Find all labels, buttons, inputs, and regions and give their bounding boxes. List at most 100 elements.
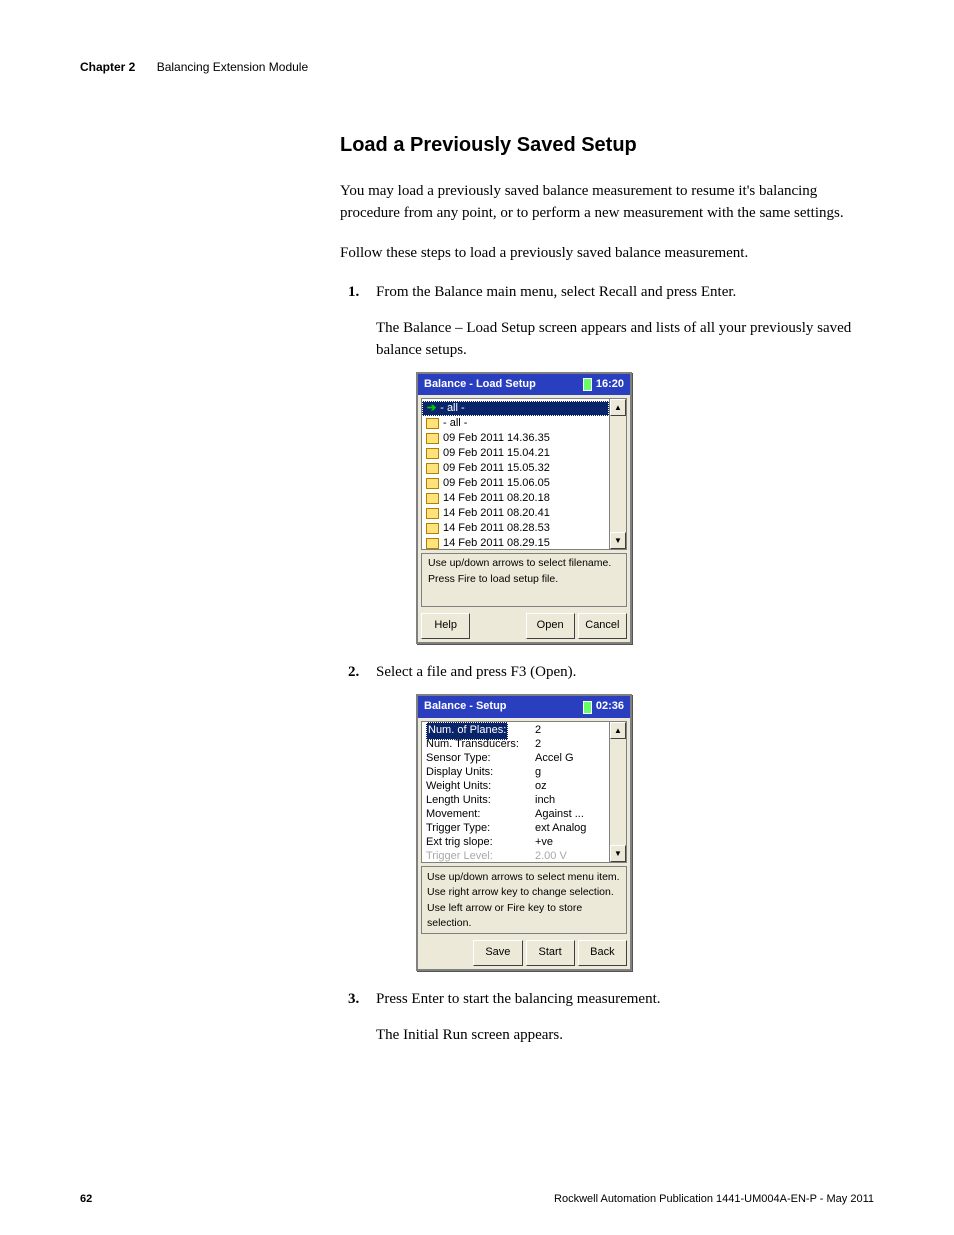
scroll-track[interactable] bbox=[610, 739, 626, 845]
scroll-down-button[interactable]: ▼ bbox=[610, 845, 626, 862]
item-label: 14 Feb 2011 08.20.41 bbox=[443, 506, 550, 522]
publication-info: Rockwell Automation Publication 1441-UM0… bbox=[554, 1193, 874, 1205]
running-header: Chapter 2 Balancing Extension Module bbox=[80, 60, 874, 74]
row-value: 2.00 V bbox=[535, 849, 605, 862]
item-label: 09 Feb 2011 14.36.35 bbox=[443, 431, 550, 447]
item-label: 14 Feb 2011 08.29.15 bbox=[443, 536, 550, 549]
step-3: 3. Press Enter to start the balancing me… bbox=[340, 989, 874, 1047]
start-button[interactable]: Start bbox=[526, 940, 575, 966]
setup-row[interactable]: Display Units: g bbox=[426, 766, 605, 780]
folder-icon bbox=[426, 418, 439, 429]
folder-icon bbox=[426, 493, 439, 504]
step-text: From the Balance main menu, select Recal… bbox=[376, 284, 736, 300]
folder-icon bbox=[426, 433, 439, 444]
folder-icon bbox=[426, 448, 439, 459]
setup-row[interactable]: Movement: Against ... bbox=[426, 808, 605, 822]
folder-icon bbox=[426, 463, 439, 474]
step-text: Select a file and press F3 (Open). bbox=[376, 664, 576, 680]
list-item[interactable]: 09 Feb 2011 15.04.21 bbox=[422, 446, 609, 461]
setup-panel: Num. of Planes: 2 Num. Transducers: 2 Se… bbox=[421, 721, 627, 863]
setup-rows[interactable]: Num. of Planes: 2 Num. Transducers: 2 Se… bbox=[422, 722, 609, 862]
titlebar: Balance - Load Setup 16:20 bbox=[418, 374, 630, 396]
button-row: Save Start Back bbox=[418, 937, 630, 969]
clock: 16:20 bbox=[583, 377, 624, 393]
save-button[interactable]: Save bbox=[473, 940, 522, 966]
info-line: Press Fire to load setup file. bbox=[428, 572, 620, 587]
folder-icon bbox=[426, 523, 439, 534]
info-line: Use up/down arrows to select menu item. bbox=[427, 870, 621, 885]
window-title: Balance - Setup bbox=[424, 699, 507, 715]
device-load-setup: Balance - Load Setup 16:20 ➔ - all - bbox=[416, 372, 632, 645]
clock-time: 16:20 bbox=[596, 377, 624, 393]
info-line: Use right arrow key to change selection. bbox=[427, 885, 621, 900]
item-label: 14 Feb 2011 08.20.18 bbox=[443, 491, 550, 507]
setup-row[interactable]: Num. Transducers: 2 bbox=[426, 738, 605, 752]
item-label: - all - bbox=[443, 416, 467, 432]
intro-paragraph-2: Follow these steps to load a previously … bbox=[340, 243, 874, 265]
step-number: 1. bbox=[348, 282, 359, 304]
chapter-label: Chapter 2 bbox=[80, 60, 135, 74]
item-label: 09 Feb 2011 15.05.32 bbox=[443, 461, 550, 477]
file-list-panel: ➔ - all - - all - 09 Feb 2011 14.36.35 bbox=[421, 398, 627, 550]
scroll-track[interactable] bbox=[610, 416, 626, 532]
list-item[interactable]: 09 Feb 2011 14.36.35 bbox=[422, 431, 609, 446]
step-1: 1. From the Balance main menu, select Re… bbox=[340, 282, 874, 644]
chapter-title: Balancing Extension Module bbox=[157, 60, 308, 74]
setup-row[interactable]: Num. of Planes: 2 bbox=[426, 724, 605, 738]
item-label: 09 Feb 2011 15.06.05 bbox=[443, 476, 550, 492]
setup-row[interactable]: Trigger Type: ext Analog bbox=[426, 822, 605, 836]
open-button[interactable]: Open bbox=[526, 613, 575, 639]
scroll-down-button[interactable]: ▼ bbox=[610, 532, 626, 549]
scrollbar[interactable]: ▲ ▼ bbox=[609, 722, 626, 862]
scroll-up-button[interactable]: ▲ bbox=[610, 399, 626, 416]
window-title: Balance - Load Setup bbox=[424, 377, 536, 393]
info-text: Use up/down arrows to select menu item. … bbox=[421, 866, 627, 934]
step-number: 2. bbox=[348, 662, 359, 684]
page-number: 62 bbox=[80, 1193, 92, 1205]
scroll-up-button[interactable]: ▲ bbox=[610, 722, 626, 739]
list-item[interactable]: 14 Feb 2011 08.29.15 bbox=[422, 536, 609, 549]
setup-row[interactable]: Trigger Level: 2.00 V bbox=[426, 850, 605, 862]
battery-icon bbox=[583, 701, 592, 714]
setup-row[interactable]: Ext trig slope: +ve bbox=[426, 836, 605, 850]
setup-row[interactable]: Length Units: inch bbox=[426, 794, 605, 808]
cancel-button[interactable]: Cancel bbox=[578, 613, 627, 639]
help-button[interactable]: Help bbox=[421, 613, 470, 639]
button-row: Help Open Cancel bbox=[418, 610, 630, 642]
item-label: 09 Feb 2011 15.04.21 bbox=[443, 446, 550, 462]
info-line: Use up/down arrows to select filename. bbox=[428, 556, 620, 571]
list-item[interactable]: ➔ - all - bbox=[422, 401, 609, 416]
folder-icon bbox=[426, 478, 439, 489]
info-line: Use left arrow or Fire key to store sele… bbox=[427, 901, 621, 931]
list-item[interactable]: 14 Feb 2011 08.20.41 bbox=[422, 506, 609, 521]
item-label: - all - bbox=[440, 401, 464, 417]
clock: 02:36 bbox=[583, 699, 624, 715]
titlebar: Balance - Setup 02:36 bbox=[418, 696, 630, 718]
list-item[interactable]: 09 Feb 2011 15.05.32 bbox=[422, 461, 609, 476]
list-item[interactable]: 09 Feb 2011 15.06.05 bbox=[422, 476, 609, 491]
step-2: 2. Select a file and press F3 (Open). Ba… bbox=[340, 662, 874, 971]
folder-icon bbox=[426, 508, 439, 519]
row-label: Trigger Level: bbox=[426, 849, 535, 862]
setup-row[interactable]: Sensor Type: Accel G bbox=[426, 752, 605, 766]
back-button[interactable]: Back bbox=[578, 940, 627, 966]
step-subtext: The Balance – Load Setup screen appears … bbox=[376, 318, 874, 362]
intro-paragraph-1: You may load a previously saved balance … bbox=[340, 181, 874, 225]
arrow-icon: ➔ bbox=[427, 401, 436, 417]
file-list[interactable]: ➔ - all - - all - 09 Feb 2011 14.36.35 bbox=[422, 399, 609, 549]
info-text: Use up/down arrows to select filename. P… bbox=[421, 553, 627, 607]
folder-icon bbox=[426, 538, 439, 549]
list-item[interactable]: 14 Feb 2011 08.20.18 bbox=[422, 491, 609, 506]
step-subtext: The Initial Run screen appears. bbox=[376, 1025, 874, 1047]
setup-row[interactable]: Weight Units: oz bbox=[426, 780, 605, 794]
device-balance-setup: Balance - Setup 02:36 Num. of Planes: 2 bbox=[416, 694, 632, 971]
step-text: Press Enter to start the balancing measu… bbox=[376, 991, 661, 1007]
step-number: 3. bbox=[348, 989, 359, 1011]
list-item[interactable]: 14 Feb 2011 08.28.53 bbox=[422, 521, 609, 536]
battery-icon bbox=[583, 378, 592, 391]
item-label: 14 Feb 2011 08.28.53 bbox=[443, 521, 550, 537]
clock-time: 02:36 bbox=[596, 699, 624, 715]
section-heading: Load a Previously Saved Setup bbox=[340, 134, 874, 157]
scrollbar[interactable]: ▲ ▼ bbox=[609, 399, 626, 549]
list-item[interactable]: - all - bbox=[422, 416, 609, 431]
